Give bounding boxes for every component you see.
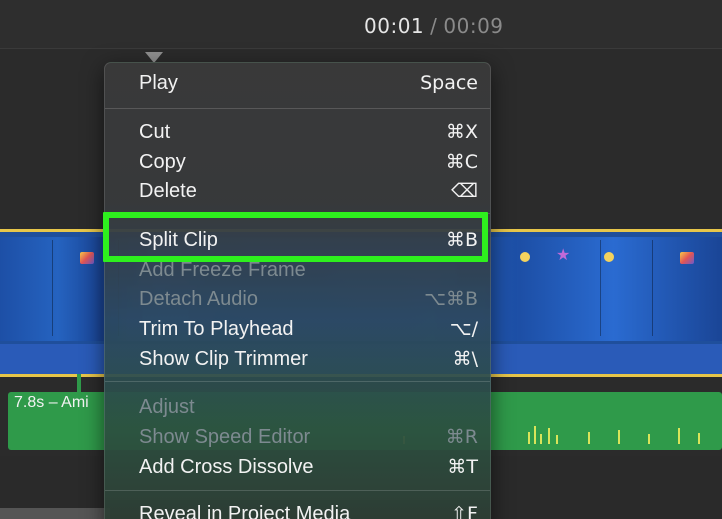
clip-context-menu: Play Space Cut ⌘X Copy ⌘C Delete ⌫ Split…: [104, 62, 491, 519]
menu-item-label: Show Speed Editor: [139, 426, 311, 448]
menu-item-copy[interactable]: Copy ⌘C: [105, 147, 490, 177]
menu-item-label: Adjust: [139, 396, 195, 418]
menu-item-shortcut: ⌘\: [452, 348, 478, 370]
audio-waveform: [556, 435, 558, 444]
menu-separator: [105, 490, 490, 491]
menu-item-label: Show Clip Trimmer: [139, 348, 308, 370]
total-duration: 00:09: [443, 14, 504, 38]
audio-waveform: [540, 434, 542, 444]
app-thumbnail-icon: [680, 252, 694, 264]
menu-item-shortcut: Space: [420, 72, 478, 94]
filmstrip-divider: [600, 240, 601, 336]
delete-key-icon: ⌫: [451, 180, 478, 202]
audio-clip-label: 7.8s – Ami: [14, 394, 89, 411]
menu-item-shortcut: ⌥/: [449, 318, 478, 340]
menu-item-show-speed-editor: Show Speed Editor ⌘R: [105, 422, 490, 452]
menu-item-trim-to-playhead[interactable]: Trim To Playhead ⌥/: [105, 314, 490, 344]
menu-item-shortcut: ⌥⌘B: [424, 288, 478, 310]
filmstrip-divider: [52, 240, 53, 336]
star-thumbnail-icon: ★: [556, 247, 571, 264]
menu-item-label: Reveal in Project Media: [139, 503, 351, 519]
menu-item-label: Trim To Playhead: [139, 318, 294, 340]
audio-waveform: [528, 432, 530, 444]
app-thumbnail-icon: [604, 252, 614, 262]
menu-item-shortcut: ⇧F: [451, 503, 478, 519]
menu-item-label: Add Cross Dissolve: [139, 456, 314, 478]
menu-item-delete[interactable]: Delete ⌫: [105, 176, 490, 206]
menu-item-label: Cut: [139, 121, 171, 143]
app-thumbnail-icon: [80, 252, 94, 264]
audio-waveform: [698, 433, 700, 444]
timecode-display: 00:01/00:09: [364, 14, 504, 38]
menu-item-label: Delete: [139, 180, 197, 202]
menu-item-shortcut: ⌘C: [445, 151, 478, 173]
menu-item-shortcut: ⌘X: [445, 121, 478, 143]
menu-item-reveal-in-project-media[interactable]: Reveal in Project Media ⇧F: [105, 499, 490, 519]
current-time: 00:01: [364, 14, 425, 38]
menu-item-label: Play: [139, 72, 178, 94]
menu-item-show-clip-trimmer[interactable]: Show Clip Trimmer ⌘\: [105, 344, 490, 374]
audio-waveform: [618, 430, 620, 444]
time-separator: /: [430, 14, 438, 38]
audio-waveform: [678, 428, 680, 444]
menu-item-cut[interactable]: Cut ⌘X: [105, 117, 490, 147]
audio-waveform: [648, 434, 650, 444]
audio-connection-line: [77, 374, 81, 394]
menu-item-shortcut: ⌘R: [445, 426, 478, 448]
menu-item-adjust: Adjust: [105, 392, 490, 422]
menu-item-play[interactable]: Play Space: [105, 68, 490, 98]
menu-item-shortcut: ⌘T: [447, 456, 478, 478]
menu-separator: [105, 381, 490, 382]
menu-item-detach-audio: Detach Audio ⌥⌘B: [105, 284, 490, 314]
menu-item-label: Detach Audio: [139, 288, 258, 310]
menu-separator: [105, 108, 490, 109]
menu-item-label: Copy: [139, 151, 186, 173]
audio-waveform: [548, 428, 550, 444]
filmstrip-divider: [652, 240, 653, 336]
audio-waveform: [588, 432, 590, 444]
app-thumbnail-icon: [520, 252, 530, 262]
audio-waveform: [534, 426, 536, 444]
background-track-clip[interactable]: [0, 508, 110, 519]
viewer-toolbar: 00:01/00:09: [0, 0, 722, 48]
split-clip-highlight-box: [103, 212, 488, 262]
menu-item-add-cross-dissolve[interactable]: Add Cross Dissolve ⌘T: [105, 452, 490, 482]
